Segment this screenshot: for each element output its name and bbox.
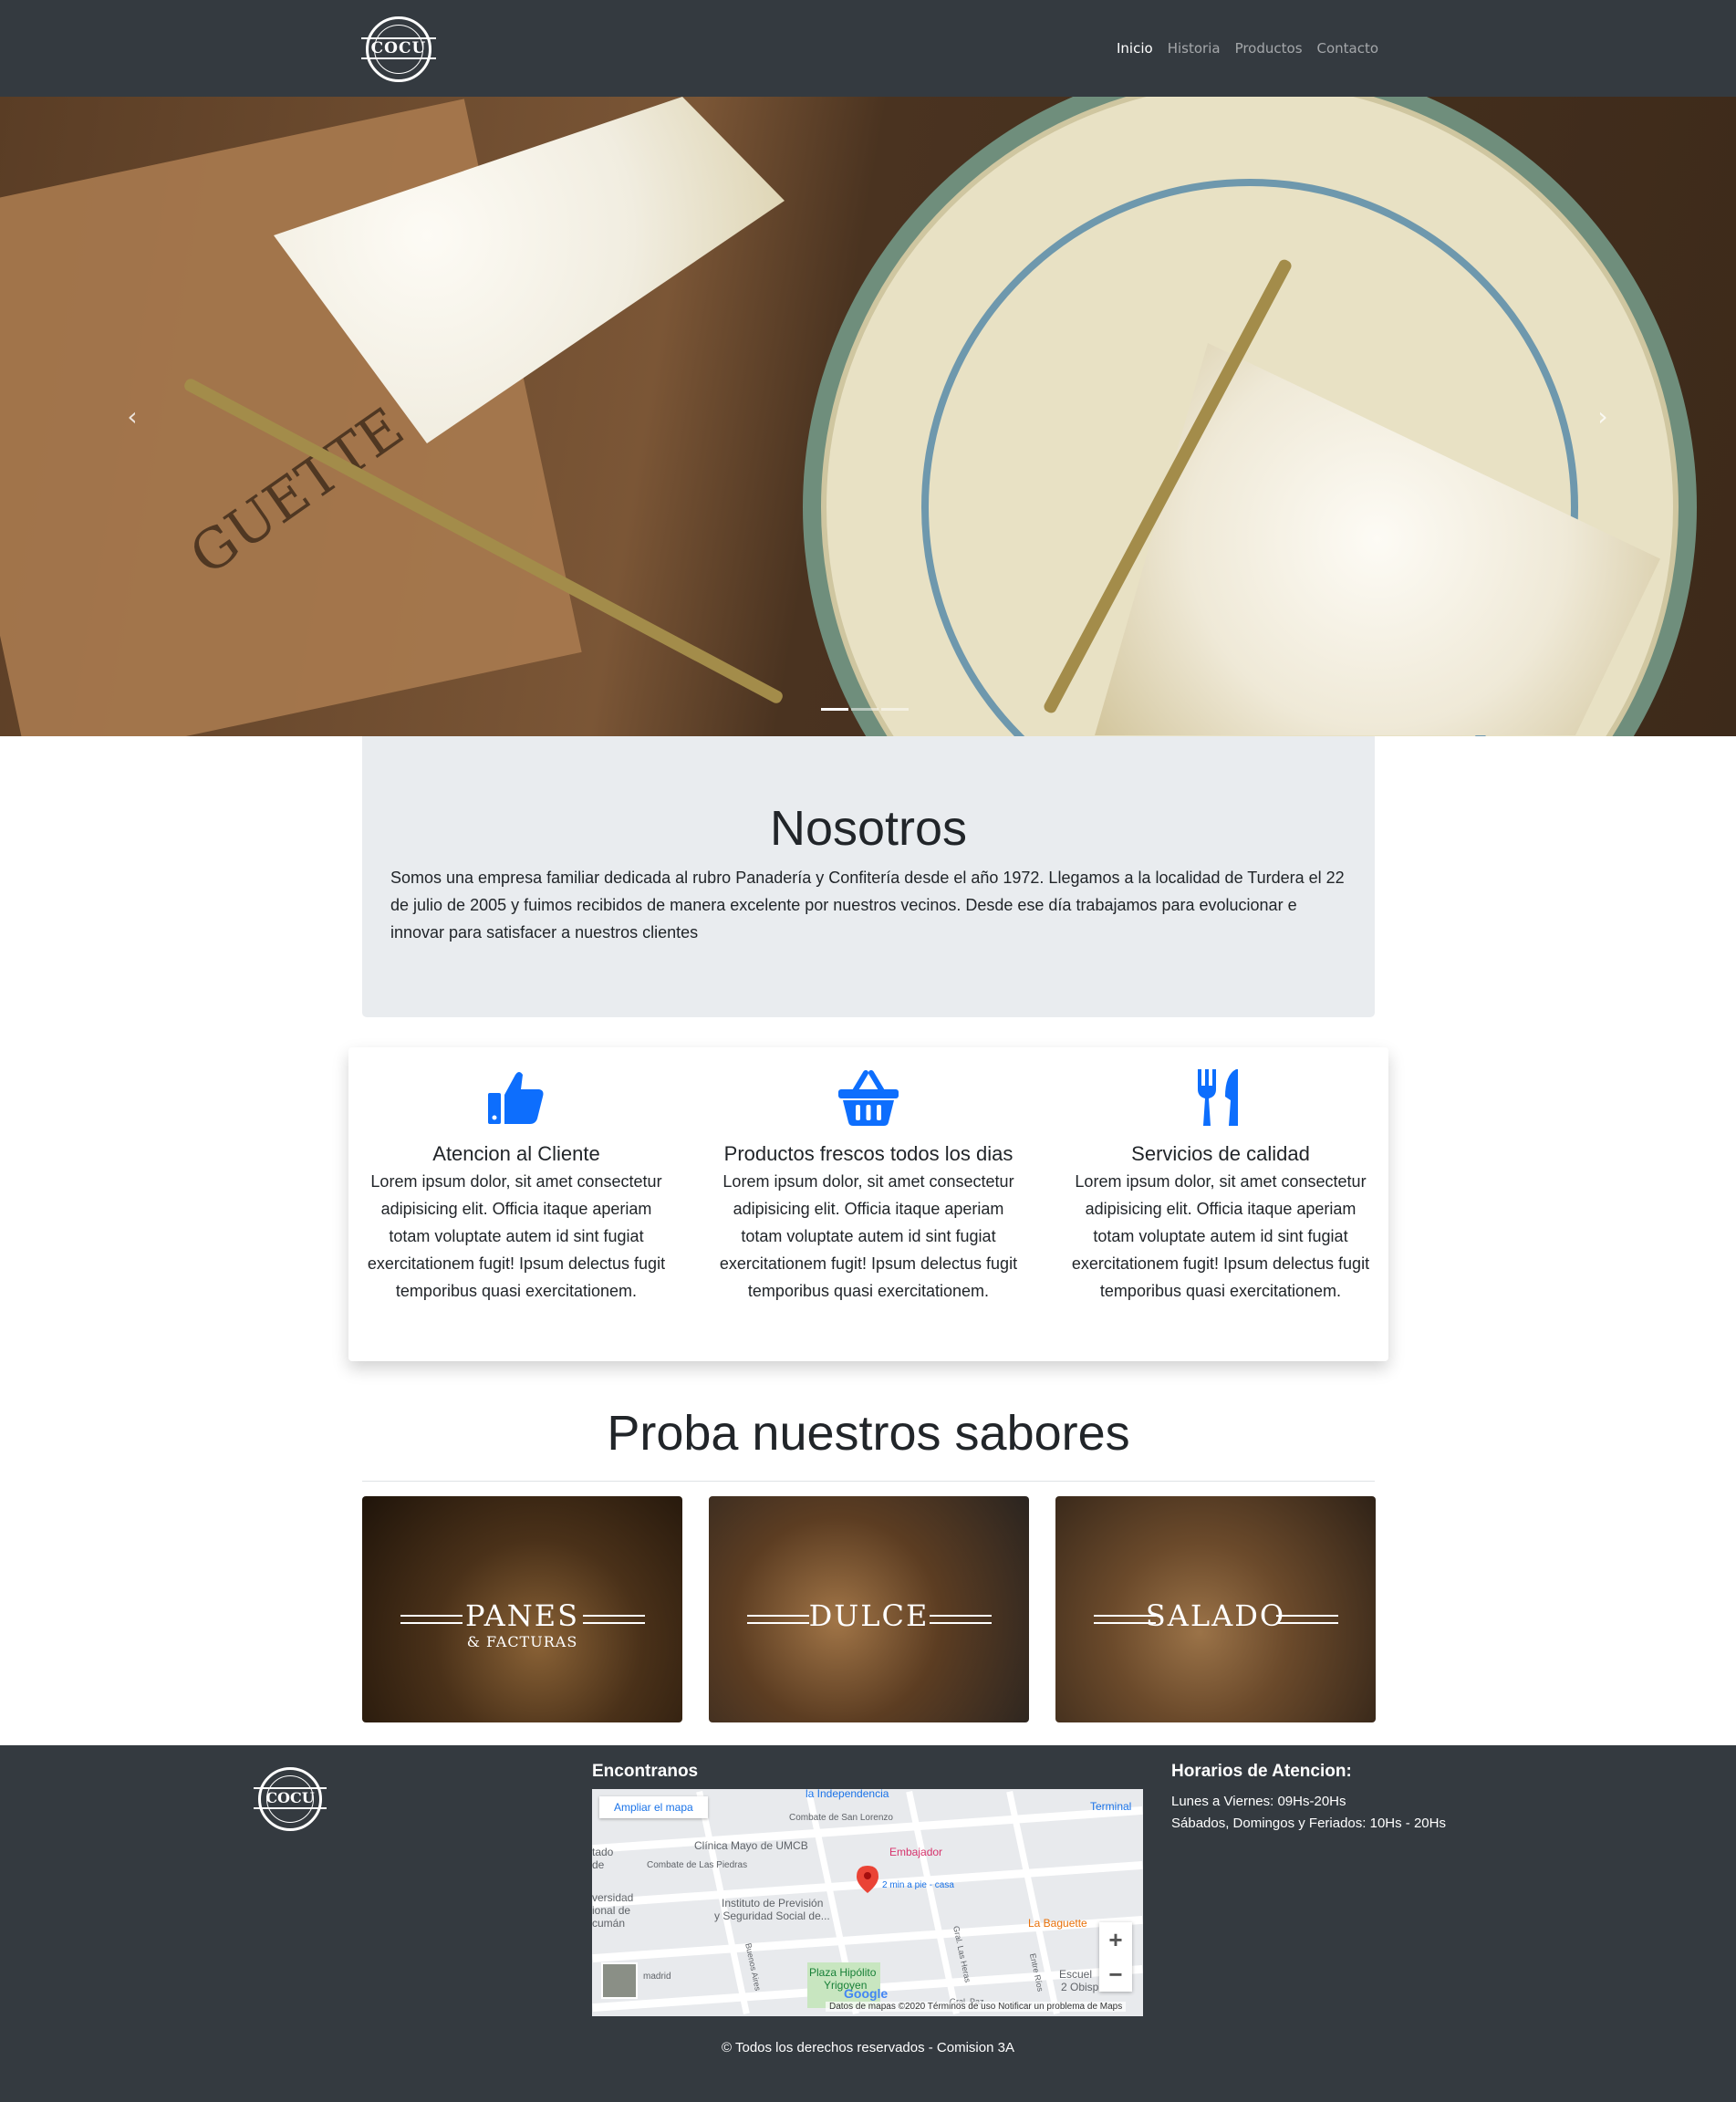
carousel-indicator-2[interactable]: [851, 708, 878, 711]
hours-weekdays: Lunes a Viernes: 09Hs-20Hs: [1171, 1794, 1346, 1809]
nav-link-contacto[interactable]: Contacto: [1310, 38, 1387, 62]
nav-link-productos[interactable]: Productos: [1228, 38, 1310, 62]
map-label: tado: [592, 1846, 614, 1858]
card-title: PANES: [465, 1598, 579, 1633]
nav-link-inicio[interactable]: Inicio: [1109, 38, 1160, 62]
features-card: Atencion al Cliente Lorem ipsum dolor, s…: [348, 1047, 1388, 1361]
feature-title: Atencion al Cliente: [432, 1142, 600, 1165]
nav-link-historia[interactable]: Historia: [1160, 38, 1228, 62]
card-title: DULCE: [808, 1598, 930, 1633]
carousel-next-icon[interactable]: ›: [1589, 403, 1616, 431]
logo-text: COCU: [370, 39, 427, 57]
feature-text: Lorem ipsum dolor, sit amet consectetur …: [1071, 1172, 1370, 1300]
feature-atencion: Atencion al Cliente Lorem ipsum dolor, s…: [361, 1066, 671, 1305]
map-expand-link[interactable]: Ampliar el mapa: [599, 1796, 708, 1818]
carousel-indicator-1[interactable]: [821, 708, 848, 711]
zoom-in-button[interactable]: +: [1099, 1922, 1132, 1957]
map-label: Instituto de Previsión: [722, 1897, 824, 1909]
map-heading: Encontranos: [592, 1762, 699, 1781]
map-label: 2 min a pie - casa: [882, 1880, 954, 1890]
card-subtitle: & FACTURAS: [466, 1633, 578, 1650]
carousel-indicator-3[interactable]: [881, 708, 909, 711]
feature-servicios: Servicios de calidad Lorem ipsum dolor, …: [1066, 1066, 1376, 1305]
map-label: la Independencia: [806, 1789, 889, 1800]
brand-logo[interactable]: COCU: [361, 16, 436, 82]
feature-text: Lorem ipsum dolor, sit amet consectetur …: [367, 1172, 666, 1300]
map-label: Combate de Las Piedras: [647, 1860, 748, 1870]
google-map[interactable]: Ampliar el mapa la Independencia Termina…: [592, 1789, 1143, 2016]
map-label: madrid: [643, 1972, 671, 1982]
hours-weekends: Sábados, Domingos y Feriados: 10Hs - 20H…: [1171, 1816, 1446, 1831]
map-label: Embajador: [889, 1846, 943, 1858]
navbar: COCU Inicio Historia Productos Contacto: [0, 0, 1736, 97]
utensils-icon: [1189, 1066, 1253, 1129]
nosotros-jumbotron: Nosotros Somos una empresa familiar dedi…: [362, 736, 1375, 1017]
card-panes[interactable]: PANES & FACTURAS: [362, 1496, 682, 1722]
map-label: 2 Obisp: [1061, 1981, 1099, 1993]
map-pin-icon[interactable]: [857, 1866, 878, 1893]
footer-logo[interactable]: COCU: [254, 1767, 327, 1831]
map-zoom-control: + −: [1099, 1922, 1132, 1992]
card-dulce[interactable]: DULCE: [709, 1496, 1029, 1722]
basket-icon: [837, 1066, 900, 1129]
map-label: ional de: [592, 1904, 631, 1917]
feature-text: Lorem ipsum dolor, sit amet consectetur …: [719, 1172, 1018, 1300]
map-label: versidad: [592, 1891, 634, 1904]
thumbs-up-icon: [484, 1066, 548, 1129]
google-logo: Google: [844, 1986, 889, 2001]
map-label: cumán: [592, 1917, 626, 1930]
card-salado[interactable]: SALADO: [1055, 1496, 1376, 1722]
card-title: SALADO: [1145, 1598, 1286, 1633]
map-label: Combate de San Lorenzo: [789, 1813, 893, 1823]
map-label: y Seguridad Social de...: [714, 1909, 830, 1922]
carousel-prev-icon[interactable]: ‹: [119, 403, 146, 431]
map-label: Terminal: [1090, 1800, 1132, 1813]
sabores-title: Proba nuestros sabores: [607, 1406, 1130, 1461]
footer: COCU Encontranos Ampliar el mapa la Inde…: [0, 1745, 1736, 2102]
sabores-divider: [362, 1481, 1375, 1482]
map-label: Clínica Mayo de UMCB: [694, 1839, 808, 1852]
nosotros-text: Somos una empresa familiar dedicada al r…: [390, 869, 1345, 942]
map-label: Escuel: [1059, 1968, 1093, 1981]
feature-title: Servicios de calidad: [1131, 1142, 1310, 1165]
copyright: © Todos los derechos reservados - Comisi…: [722, 2040, 1014, 2055]
zoom-out-button[interactable]: −: [1099, 1957, 1132, 1992]
hours-heading: Horarios de Atencion:: [1171, 1762, 1352, 1781]
map-satellite-toggle[interactable]: [601, 1962, 638, 1999]
nosotros-title: Nosotros: [769, 801, 968, 856]
map-label: de: [592, 1858, 605, 1871]
hero-carousel: GUETTE ‹ ›: [0, 97, 1736, 736]
nav-links: Inicio Historia Productos Contacto: [1109, 38, 1386, 62]
carousel-indicators: [821, 708, 909, 711]
map-attribution[interactable]: Datos de mapas ©2020 Términos de uso Not…: [826, 2002, 1127, 2012]
feature-title: Productos frescos todos los dias: [723, 1142, 1014, 1165]
map-label: La Baguette: [1028, 1917, 1087, 1930]
map-label: Plaza Hipólito: [809, 1966, 877, 1979]
logo-text: COCU: [265, 1789, 315, 1806]
feature-productos: Productos frescos todos los dias Lorem i…: [713, 1066, 1024, 1305]
